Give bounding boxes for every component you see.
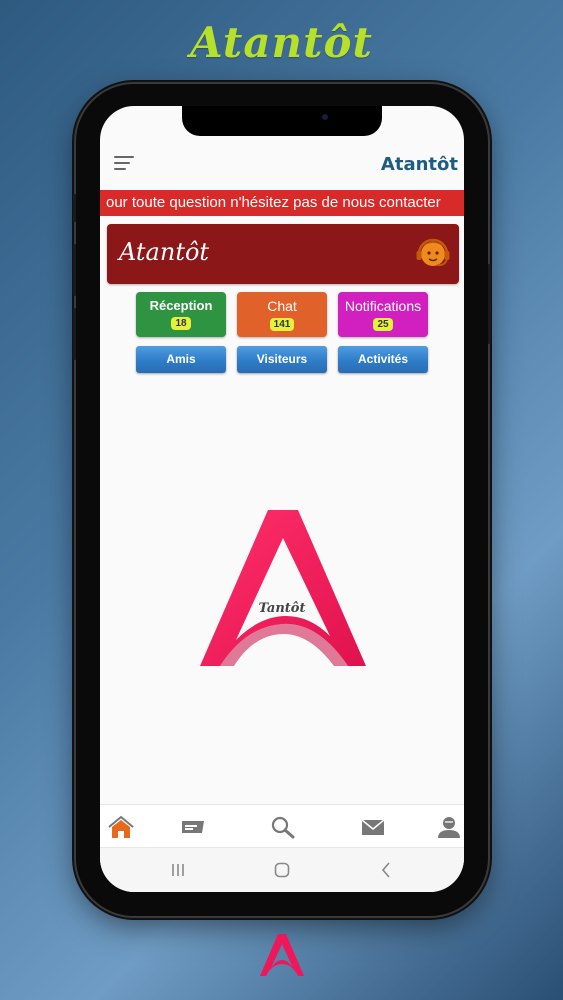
tile-chat-count: 141 — [269, 318, 295, 331]
phone-screen: Atantôt our toute question n'hésitez pas… — [100, 106, 464, 892]
bottom-navigation — [100, 804, 464, 848]
phone-volume-up — [73, 244, 76, 296]
header-banner: Atantôt — [107, 224, 459, 284]
mail-icon[interactable] — [360, 815, 386, 839]
activities-button[interactable]: Activités — [338, 346, 428, 373]
tile-reception-count: 18 — [171, 317, 191, 330]
hamburger-menu-icon[interactable] — [114, 156, 136, 172]
profile-icon[interactable] — [436, 815, 462, 839]
brand-title: Atantôt — [190, 18, 373, 67]
tile-reception[interactable]: Réception 18 — [136, 292, 226, 337]
tile-chat-label: Chat — [267, 298, 297, 314]
search-icon[interactable] — [270, 815, 296, 839]
tile-reception-label: Réception — [149, 298, 213, 313]
tile-notifications-label: Notifications — [344, 298, 422, 314]
atantot-logo: Tantôt — [200, 510, 366, 666]
app-bar: Atantôt — [100, 146, 464, 186]
system-navigation-bar — [100, 848, 464, 892]
contact-marquee: our toute question n'hésitez pas de nous… — [100, 190, 464, 216]
app-title: Atantôt — [380, 154, 458, 175]
tile-notifications-count: 25 — [373, 318, 393, 331]
chat-icon[interactable] — [180, 815, 206, 839]
visitors-button[interactable]: Visiteurs — [237, 346, 327, 373]
back-icon[interactable] — [376, 860, 396, 880]
tile-notifications[interactable]: Notifications 25 — [338, 292, 428, 337]
tile-chat[interactable]: Chat 141 — [237, 292, 327, 337]
recent-apps-icon[interactable] — [168, 860, 188, 880]
friends-button[interactable]: Amis — [136, 346, 226, 373]
phone-silent-switch — [73, 194, 76, 222]
home-button-icon[interactable] — [272, 860, 292, 880]
home-icon[interactable] — [108, 815, 134, 839]
logo-caption: Tantôt — [259, 601, 306, 616]
footer-logo-icon — [260, 934, 304, 976]
phone-frame: Atantôt our toute question n'hésitez pas… — [73, 84, 491, 916]
notch — [182, 106, 382, 136]
customer-support-icon[interactable] — [415, 234, 451, 272]
front-camera — [322, 114, 328, 120]
phone-volume-down — [73, 308, 76, 360]
banner-title: Atantôt — [119, 238, 210, 266]
phone-power-button — [488, 264, 491, 344]
